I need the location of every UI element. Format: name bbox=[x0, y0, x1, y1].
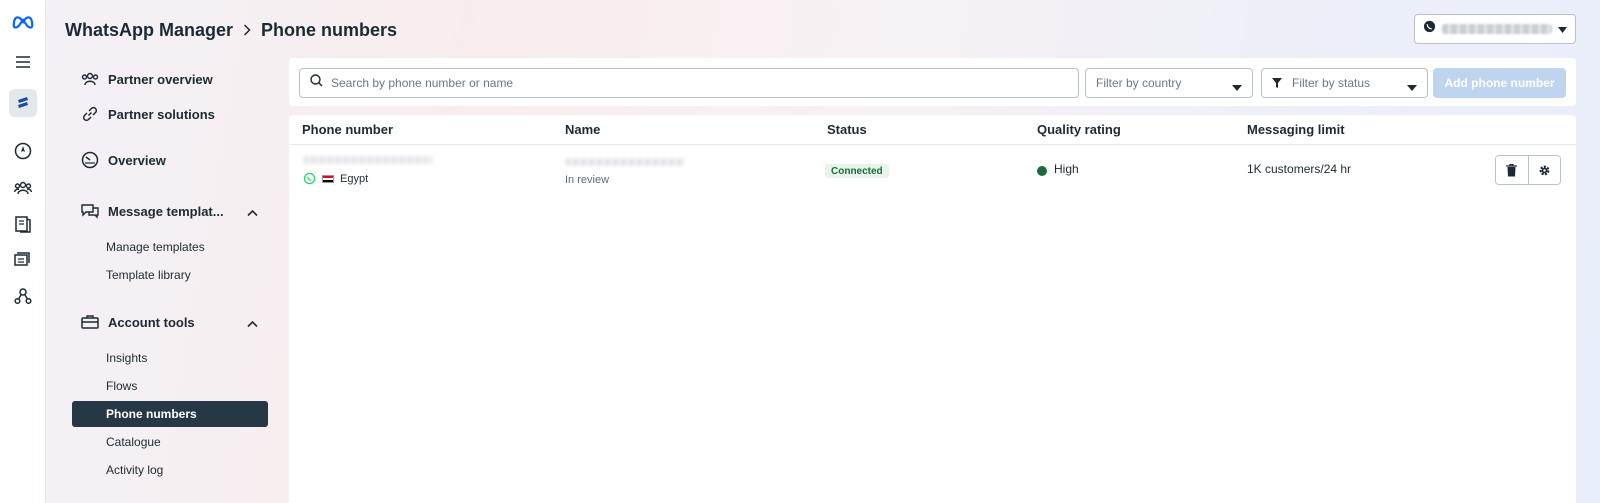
page-title: Phone numbers bbox=[261, 19, 398, 40]
search-icon bbox=[310, 74, 323, 92]
whatsapp-icon bbox=[303, 172, 316, 185]
sidebar-item-message-templates[interactable]: Message templat... bbox=[72, 198, 268, 224]
filter-funnel-icon bbox=[1272, 78, 1282, 88]
country-filter-select[interactable]: Filter by country bbox=[1085, 68, 1253, 98]
sidebar-item-account-tools[interactable]: Account tools bbox=[72, 309, 268, 335]
add-phone-number-button[interactable]: Add phone number bbox=[1433, 68, 1566, 98]
compass-icon[interactable] bbox=[11, 139, 35, 163]
delete-button[interactable] bbox=[1496, 156, 1528, 184]
gauge-icon bbox=[79, 149, 101, 171]
display-name-redacted bbox=[565, 158, 685, 166]
ads-icon[interactable] bbox=[11, 248, 35, 272]
link-icon bbox=[79, 103, 101, 125]
search-input[interactable]: Search by phone number or name bbox=[299, 68, 1079, 98]
messaging-limit-value: 1K customers/24 hr bbox=[1247, 162, 1352, 176]
filter-bar: Search by phone number or name Filter by… bbox=[289, 58, 1576, 106]
chat-bubbles-icon bbox=[79, 200, 101, 222]
sidebar-item-phone-numbers[interactable]: Phone numbers bbox=[72, 401, 268, 427]
catalog-icon[interactable] bbox=[11, 212, 35, 236]
column-header-quality-rating[interactable]: Quality rating bbox=[1037, 122, 1121, 137]
phone-country: Egypt bbox=[303, 172, 368, 185]
trash-icon bbox=[1506, 163, 1518, 177]
sidebar-item-label: Account tools bbox=[108, 314, 195, 330]
column-header-name[interactable]: Name bbox=[565, 122, 600, 137]
sidebar-item-label: Overview bbox=[108, 152, 166, 168]
egypt-flag-icon bbox=[322, 174, 334, 183]
status-filter-select[interactable]: Filter by status bbox=[1261, 68, 1428, 98]
phone-numbers-table: Phone number Name Status Quality rating … bbox=[289, 115, 1576, 503]
caret-down-icon bbox=[1558, 20, 1567, 38]
caret-down-icon bbox=[1232, 80, 1242, 94]
sidebar-item-manage-templates[interactable]: Manage templates bbox=[72, 234, 268, 260]
sidebar-item-template-library[interactable]: Template library bbox=[72, 262, 268, 288]
quality-rating-value: High bbox=[1054, 162, 1079, 176]
table-header: Phone number Name Status Quality rating … bbox=[289, 115, 1576, 145]
sidebar-item-catalogue[interactable]: Catalogue bbox=[72, 429, 268, 455]
business-logo-icon[interactable] bbox=[9, 89, 37, 117]
sidebar-item-partner-overview[interactable]: Partner overview bbox=[72, 66, 268, 92]
search-placeholder: Search by phone number or name bbox=[331, 76, 514, 90]
table-row[interactable]: Egypt In review Connected High 1K custom… bbox=[289, 146, 1576, 198]
whatsapp-icon bbox=[1423, 20, 1436, 38]
status-badge: Connected bbox=[825, 164, 889, 178]
column-header-phone-number[interactable]: Phone number bbox=[302, 122, 393, 137]
breadcrumb-root[interactable]: WhatsApp Manager bbox=[65, 20, 233, 41]
account-name-redacted bbox=[1442, 24, 1552, 34]
sidebar-item-label: Partner solutions bbox=[108, 106, 215, 122]
caret-down-icon bbox=[1407, 80, 1417, 94]
chevron-up-icon[interactable] bbox=[247, 204, 258, 222]
briefcase-icon bbox=[79, 311, 101, 333]
people-icon[interactable] bbox=[11, 176, 35, 200]
sidebar-item-insights[interactable]: Insights bbox=[72, 345, 268, 371]
quality-indicator-dot bbox=[1037, 166, 1047, 176]
country-name: Egypt bbox=[340, 172, 369, 185]
status-filter-placeholder: Filter by status bbox=[1292, 76, 1371, 90]
country-filter-placeholder: Filter by country bbox=[1096, 76, 1182, 90]
sidebar-item-overview[interactable]: Overview bbox=[72, 147, 268, 173]
phone-number-redacted bbox=[303, 156, 433, 164]
settings-button[interactable] bbox=[1527, 156, 1560, 184]
people-icon bbox=[79, 68, 101, 90]
sidebar-item-label: Partner overview bbox=[108, 71, 213, 87]
sidebar-item-label: Message templat... bbox=[108, 203, 224, 219]
sidebar-item-activity-log[interactable]: Activity log bbox=[72, 457, 268, 483]
account-selector[interactable] bbox=[1414, 14, 1576, 44]
sidebar-item-flows[interactable]: Flows bbox=[72, 373, 268, 399]
global-nav-rail bbox=[0, 0, 46, 503]
breadcrumb: WhatsApp Manager Phone numbers bbox=[65, 18, 397, 42]
network-icon[interactable] bbox=[11, 284, 35, 308]
sidebar-item-partner-solutions[interactable]: Partner solutions bbox=[72, 101, 268, 127]
column-header-messaging-limit[interactable]: Messaging limit bbox=[1247, 122, 1345, 137]
row-actions bbox=[1495, 155, 1561, 185]
meta-logo-icon[interactable] bbox=[11, 9, 35, 33]
gear-icon bbox=[1538, 164, 1551, 177]
chevron-right-icon bbox=[243, 24, 251, 36]
menu-icon[interactable] bbox=[11, 50, 35, 74]
chevron-up-icon[interactable] bbox=[247, 315, 258, 333]
name-review-status: In review bbox=[565, 174, 610, 186]
column-header-status[interactable]: Status bbox=[827, 122, 867, 137]
